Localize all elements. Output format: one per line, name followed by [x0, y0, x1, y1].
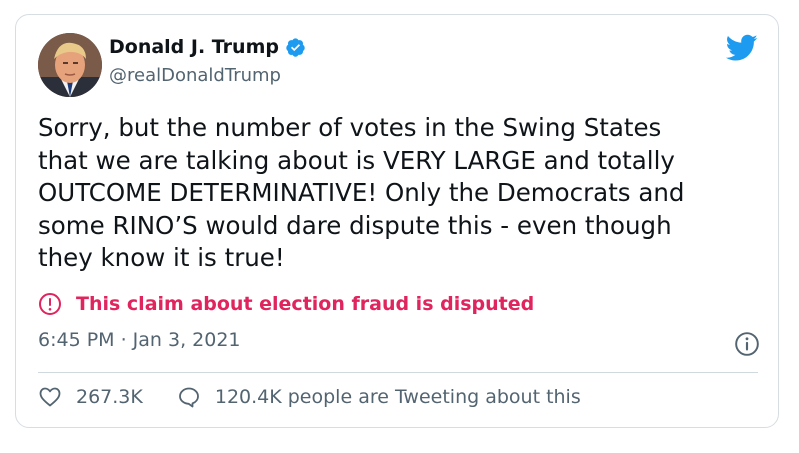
author-name[interactable]: Donald J. Trump	[109, 36, 279, 58]
tweeting-about-text[interactable]: 120.4K people are Tweeting about this	[215, 386, 581, 408]
exclamation-circle-icon	[39, 293, 61, 315]
reply-button[interactable]: 120.4K people are Tweeting about this	[177, 385, 581, 409]
tweet-text: Sorry, but the number of votes in the Sw…	[38, 113, 685, 272]
info-icon[interactable]	[734, 331, 760, 357]
dispute-label[interactable]: This claim about election fraud is dispu…	[76, 293, 534, 315]
tweet-card: Donald J. Trump @realDonaldTrump Sorry, …	[15, 14, 779, 428]
tweet-actions: 267.3K 120.4K people are Tweeting about …	[38, 385, 581, 409]
avatar-image	[38, 33, 102, 97]
verified-badge-icon	[286, 37, 305, 57]
like-button[interactable]: 267.3K	[38, 385, 143, 409]
like-count: 267.3K	[76, 386, 143, 408]
author-name-row[interactable]: Donald J. Trump	[109, 36, 306, 58]
author-handle[interactable]: @realDonaldTrump	[109, 65, 281, 86]
twitter-bird-icon[interactable]	[726, 34, 758, 62]
speech-bubble-icon	[178, 387, 199, 408]
dispute-notice[interactable]: This claim about election fraud is dispu…	[38, 292, 534, 316]
avatar[interactable]	[38, 33, 102, 97]
tweet-timestamp[interactable]: 6:45 PM · Jan 3, 2021	[38, 329, 241, 351]
divider	[38, 372, 758, 373]
heart-icon	[39, 387, 61, 407]
